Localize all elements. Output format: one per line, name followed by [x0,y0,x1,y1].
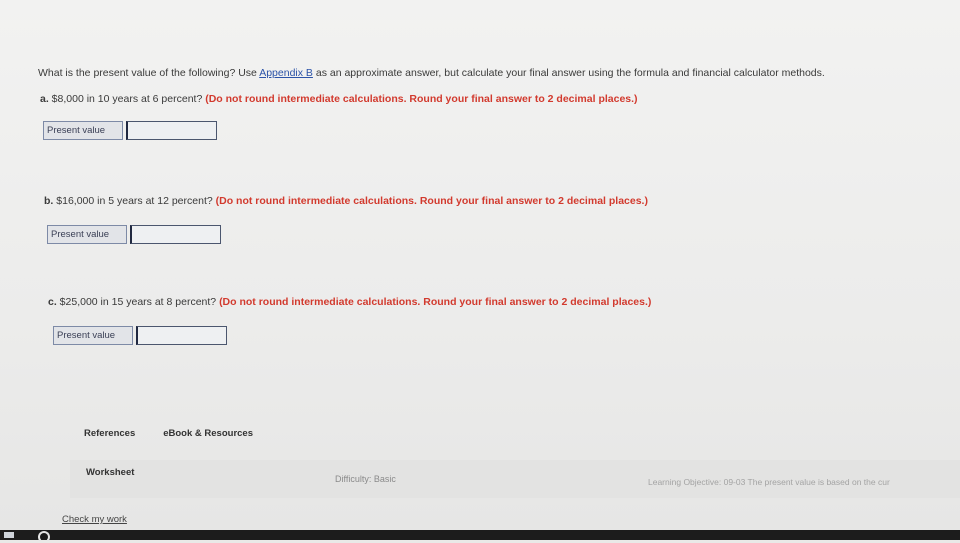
worksheet-label[interactable]: Worksheet [86,467,134,478]
part-letter: a. [40,93,49,105]
part-b-answer-row: Present value [47,225,221,244]
present-value-input-a[interactable] [126,121,217,140]
appendix-link[interactable]: Appendix B [259,67,313,79]
tab-ebook-resources[interactable]: eBook & Resources [163,428,253,439]
present-value-label: Present value [53,326,133,345]
check-my-work-link[interactable]: Check my work [62,514,127,525]
rounding-note: (Do not round intermediate calculations.… [215,195,648,207]
question-intro-text: What is the present value of the followi… [38,67,260,79]
part-a-answer-row: Present value [43,121,217,140]
difficulty-label: Difficulty: Basic [335,474,396,484]
part-text: $16,000 in 5 years at 12 percent? [53,195,213,207]
cortana-search-icon[interactable] [38,531,50,543]
windows-start-icon[interactable] [4,532,14,538]
present-value-input-c[interactable] [136,326,227,345]
resource-tabs: References eBook & Resources [84,428,253,439]
present-value-input-b[interactable] [130,225,221,244]
present-value-label: Present value [47,225,127,244]
part-c-question: c. $25,000 in 15 years at 8 percent? (Do… [48,296,651,308]
part-text: $8,000 in 10 years at 6 percent? [48,93,203,105]
rounding-note: (Do not round intermediate calculations.… [205,93,638,105]
learning-objective-label: Learning Objective: 09-03 The present va… [648,477,890,487]
part-b-question: b. $16,000 in 5 years at 12 percent? (Do… [44,195,648,207]
question-page: What is the present value of the followi… [0,0,960,530]
present-value-label: Present value [43,121,123,140]
part-a-question: a. $8,000 in 10 years at 6 percent? (Do … [40,93,638,105]
os-taskbar [0,530,960,543]
question-intro-text-end: as an approximate answer, but calculate … [312,67,825,79]
part-letter: c. [48,296,57,308]
part-text: $25,000 in 15 years at 8 percent? [56,296,217,308]
tab-references[interactable]: References [84,428,135,439]
part-c-answer-row: Present value [53,326,227,345]
part-letter: b. [44,195,54,207]
rounding-note: (Do not round intermediate calculations.… [219,296,652,308]
question-intro: What is the present value of the followi… [38,67,938,79]
